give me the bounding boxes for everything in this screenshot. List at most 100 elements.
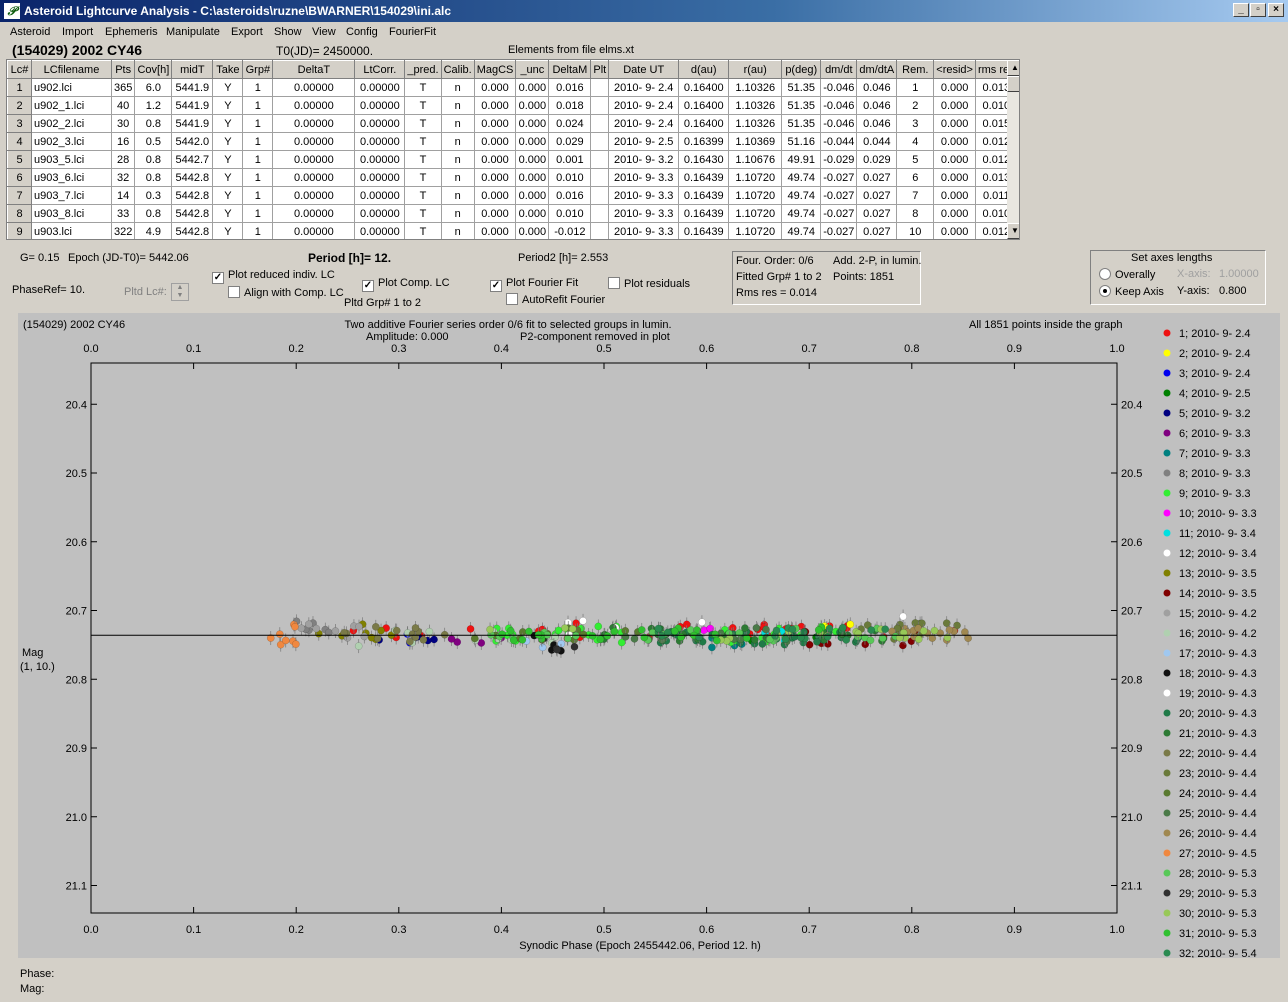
table-row[interactable]: 3 u902_2.lci 30 0.8 5441.9 Y 1 0.00000 0.00000 Tn… [7, 114, 1018, 133]
table-cell[interactable]: n [440, 150, 475, 169]
table-cell[interactable]: 0.000 [933, 222, 976, 239]
row-header[interactable]: 5 [7, 150, 32, 169]
keep-axis-radio[interactable]: Keep Axis [1099, 285, 1164, 298]
overall-radio[interactable]: Overally [1099, 268, 1155, 281]
table-cell[interactable]: -0.027 [820, 186, 858, 205]
legend-item[interactable]: 19; 2010- 9- 4.3 [1163, 688, 1257, 700]
legend-item[interactable]: 12; 2010- 9- 3.4 [1163, 548, 1257, 560]
table-cell[interactable]: 40 [110, 96, 136, 115]
table-cell[interactable]: Y [212, 186, 244, 205]
table-cell[interactable]: 2010- 9- 2.4 [608, 96, 680, 115]
table-cell[interactable]: -0.046 [820, 78, 858, 97]
legend-item[interactable]: 9; 2010- 9- 3.3 [1163, 488, 1251, 500]
table-cell[interactable]: 0.000 [473, 132, 517, 151]
row-header[interactable]: 8 [7, 204, 32, 223]
table-cell[interactable] [590, 204, 610, 223]
plot-fourier-checkbox[interactable]: ✓ Plot Fourier Fit [490, 277, 578, 292]
table-cell[interactable]: 32 [110, 168, 136, 187]
table-cell[interactable]: T [404, 114, 442, 133]
row-header[interactable]: 2 [7, 96, 32, 115]
table-cell[interactable] [590, 132, 610, 151]
table-cell[interactable]: 0.16400 [678, 78, 730, 97]
table-cell[interactable]: 49.74 [781, 204, 822, 223]
table-cell[interactable]: n [440, 168, 475, 187]
table-cell[interactable]: 33 [110, 204, 136, 223]
table-row[interactable]: 5 u903_5.lci 28 0.8 5442.7 Y 1 0.00000 0.00000 Tn… [7, 150, 1018, 169]
table-cell[interactable]: 0.00000 [354, 222, 406, 239]
column-header[interactable]: p(deg) [781, 60, 822, 79]
table-cell[interactable]: 0.016 [548, 186, 592, 205]
table-cell[interactable]: 0.00000 [272, 150, 356, 169]
table-cell[interactable]: 1 [896, 78, 935, 97]
table-cell[interactable]: u902_1.lci [31, 96, 112, 115]
lightcurve-plot[interactable]: 0.0 0.0 0.1 0.1 0.2 0.2 0.3 0.3 0.4 0.4 0.5 0.5 0.6 0… [18, 313, 1280, 960]
table-cell[interactable]: 51.35 [781, 96, 822, 115]
minimize-button[interactable]: _ [1233, 3, 1249, 17]
column-header[interactable]: DeltaM [548, 60, 592, 79]
table-cell[interactable]: 0.00000 [272, 186, 356, 205]
legend-item[interactable]: 6; 2010- 9- 3.3 [1163, 428, 1251, 440]
table-cell[interactable]: 0.00000 [354, 96, 406, 115]
table-cell[interactable]: u903_5.lci [31, 150, 112, 169]
autorefit-checkbox[interactable]: AutoRefit Fourier [506, 293, 605, 306]
legend-item[interactable]: 10; 2010- 9- 3.3 [1163, 508, 1257, 520]
table-cell[interactable]: T [404, 222, 442, 239]
scroll-thumb[interactable] [1007, 76, 1019, 92]
legend-item[interactable]: 1; 2010- 9- 2.4 [1163, 328, 1251, 340]
table-cell[interactable]: 14 [110, 186, 136, 205]
table-cell[interactable]: 0.000 [933, 150, 976, 169]
table-cell[interactable]: 0.16439 [678, 168, 730, 187]
table-cell[interactable]: 0.00000 [272, 114, 356, 133]
table-row[interactable]: 7 u903_7.lci 14 0.3 5442.8 Y 1 0.00000 0.00000 Tn… [7, 186, 1018, 205]
table-cell[interactable]: 5441.9 [171, 78, 214, 97]
legend-item[interactable]: 23; 2010- 9- 4.4 [1163, 768, 1257, 780]
table-cell[interactable]: 0.000 [473, 78, 517, 97]
legend-item[interactable]: 18; 2010- 9- 4.3 [1163, 668, 1257, 680]
column-header[interactable]: Take [212, 60, 244, 79]
table-cell[interactable]: T [404, 132, 442, 151]
legend-item[interactable]: 3; 2010- 9- 2.4 [1163, 368, 1251, 380]
table-cell[interactable]: 5442.8 [171, 186, 214, 205]
plot-comp-checkbox[interactable]: ✓ Plot Comp. LC [362, 277, 450, 292]
table-cell[interactable]: 0.027 [856, 186, 898, 205]
table-cell[interactable]: 1 [242, 96, 274, 115]
table-cell[interactable]: 1 [242, 150, 274, 169]
legend-item[interactable]: 17; 2010- 9- 4.3 [1163, 648, 1257, 660]
legend-item[interactable]: 26; 2010- 9- 4.4 [1163, 828, 1257, 840]
table-cell[interactable] [590, 96, 610, 115]
table-cell[interactable]: 0.000 [515, 114, 550, 133]
close-button[interactable]: × [1268, 3, 1284, 17]
table-cell[interactable]: 0.8 [134, 150, 173, 169]
table-cell[interactable]: 2010- 9- 2.5 [608, 132, 680, 151]
table-cell[interactable]: 0.8 [134, 168, 173, 187]
menu-asteroid[interactable]: Asteroid [10, 26, 50, 38]
table-cell[interactable]: 0.018 [548, 96, 592, 115]
table-cell[interactable]: 0.016 [548, 78, 592, 97]
legend-item[interactable]: 29; 2010- 9- 5.3 [1163, 888, 1257, 900]
table-cell[interactable]: T [404, 168, 442, 187]
column-header[interactable]: LtCorr. [354, 60, 406, 79]
menu-ephemeris[interactable]: Ephemeris [105, 26, 158, 38]
menu-view[interactable]: View [312, 26, 336, 38]
table-row[interactable]: 8 u903_8.lci 33 0.8 5442.8 Y 1 0.00000 0.00000 Tn… [7, 204, 1018, 223]
table-cell[interactable]: 5 [896, 150, 935, 169]
table-cell[interactable]: 0.16400 [678, 96, 730, 115]
table-cell[interactable]: 0.046 [856, 78, 898, 97]
column-header[interactable]: Pts [110, 60, 136, 79]
table-cell[interactable]: 0.029 [548, 132, 592, 151]
table-cell[interactable]: 0.000 [473, 114, 517, 133]
table-cell[interactable]: -0.029 [820, 150, 858, 169]
table-cell[interactable]: 2 [896, 96, 935, 115]
table-cell[interactable]: 0.00000 [272, 168, 356, 187]
table-cell[interactable]: 0.00000 [354, 132, 406, 151]
table-cell[interactable]: 1 [242, 168, 274, 187]
legend-item[interactable]: 8; 2010- 9- 3.3 [1163, 468, 1251, 480]
column-header[interactable]: dm/dt [820, 60, 858, 79]
table-cell[interactable]: 28 [110, 150, 136, 169]
table-cell[interactable]: 1.10720 [728, 168, 783, 187]
table-cell[interactable] [590, 114, 610, 133]
column-header[interactable]: Rem. [896, 60, 935, 79]
table-cell[interactable] [590, 150, 610, 169]
table-cell[interactable]: 8 [896, 204, 935, 223]
table-cell[interactable]: 1 [242, 114, 274, 133]
